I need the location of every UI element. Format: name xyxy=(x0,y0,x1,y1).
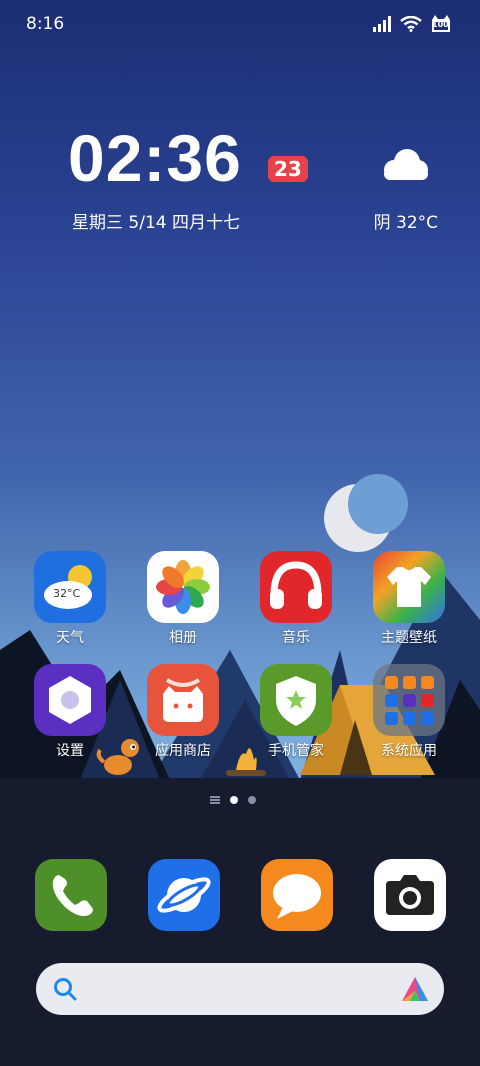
app-label: 应用商店 xyxy=(155,743,211,759)
camera-icon xyxy=(386,875,434,915)
weather-text: 阴 32°C xyxy=(373,213,438,233)
app-gallery[interactable]: 相册 xyxy=(138,551,228,647)
app-label: 手机管家 xyxy=(268,743,324,759)
menu-lines-icon xyxy=(210,796,220,804)
folder-icon xyxy=(373,664,445,736)
page-dot xyxy=(248,796,256,804)
app-themes[interactable]: 主题壁纸 xyxy=(364,551,454,647)
battery-level: 100 xyxy=(432,20,449,29)
clock-weather-widget[interactable]: 02:36 23 星期三 5/14 四月十七 阴 32°C xyxy=(68,120,448,240)
app-label: 音乐 xyxy=(282,630,310,646)
page-dot-active xyxy=(230,796,238,804)
wifi-icon xyxy=(400,16,422,32)
page-indicator[interactable] xyxy=(210,796,256,804)
app-label: 主题壁纸 xyxy=(381,630,437,646)
app-label: 天气 xyxy=(56,630,84,646)
messages-icon xyxy=(273,874,321,919)
clock-time: 02:36 xyxy=(68,121,242,195)
app-security[interactable]: 手机管家 xyxy=(251,664,341,760)
gallery-app-icon xyxy=(147,551,219,623)
clock-badge: 23 xyxy=(268,156,308,182)
dock-messages[interactable] xyxy=(261,859,333,931)
app-store[interactable]: 应用商店 xyxy=(138,664,228,760)
app-label: 相册 xyxy=(169,630,197,646)
app-music[interactable]: 音乐 xyxy=(251,551,341,647)
clock-date: 星期三 5/14 四月十七 xyxy=(72,213,240,233)
assistant-icon[interactable] xyxy=(400,975,430,1003)
search-bar[interactable] xyxy=(36,963,444,1015)
security-app-icon xyxy=(260,664,332,736)
search-icon xyxy=(54,978,77,1001)
dock-camera[interactable] xyxy=(374,859,446,931)
music-app-icon xyxy=(260,551,332,623)
phone-icon xyxy=(52,875,93,916)
weather-app-temperature: 32°C xyxy=(53,587,81,600)
themes-app-icon xyxy=(373,551,445,623)
battery-icon: 100 xyxy=(430,14,452,34)
browser-icon xyxy=(157,877,211,913)
app-settings[interactable]: 设置 xyxy=(25,664,115,760)
dock-phone[interactable] xyxy=(35,859,107,931)
app-folder-system[interactable]: 系统应用 xyxy=(364,664,454,760)
status-time: 8:16 xyxy=(26,14,65,34)
status-icons: 100 xyxy=(372,14,452,34)
status-bar: 8:16 100 xyxy=(0,0,480,50)
signal-icon xyxy=(373,16,391,32)
app-weather[interactable]: 32°C 天气 xyxy=(25,551,115,647)
settings-app-icon xyxy=(34,664,106,736)
dock-browser[interactable] xyxy=(148,859,220,931)
app-label: 设置 xyxy=(56,743,84,759)
app-store-icon xyxy=(147,664,219,736)
app-label: 系统应用 xyxy=(381,743,437,759)
weather-app-icon: 32°C xyxy=(34,551,106,623)
cloud-icon xyxy=(384,149,428,180)
moon-icon xyxy=(324,474,408,552)
